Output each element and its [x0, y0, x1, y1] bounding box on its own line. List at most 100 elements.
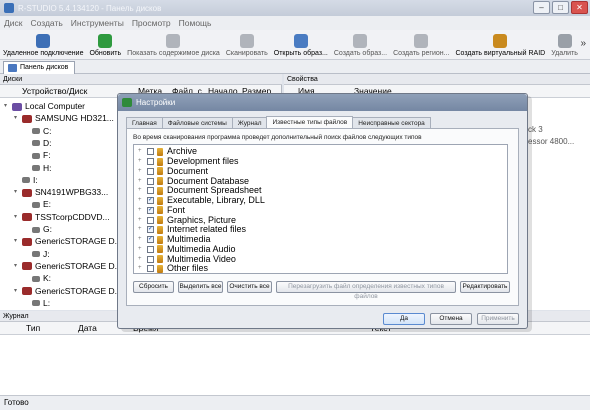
tree-item-label: E:: [43, 199, 52, 210]
tree-item[interactable]: H:: [24, 163, 52, 174]
close-window-button[interactable]: ✕: [571, 1, 588, 14]
file-type-checkbox[interactable]: [147, 216, 154, 224]
menu-item[interactable]: Просмотр: [132, 18, 171, 28]
toolbar-button[interactable]: Удаленное подключение: [3, 34, 83, 57]
partition-icon: [32, 152, 40, 159]
expand-icon[interactable]: +: [138, 245, 147, 254]
file-type-item[interactable]: + Document: [138, 165, 209, 177]
expand-icon[interactable]: ▾: [4, 101, 12, 112]
menu-item[interactable]: Диск: [4, 18, 22, 28]
expand-icon[interactable]: ▾: [14, 187, 22, 198]
expand-icon[interactable]: ▾: [14, 286, 22, 297]
dialog-title-bar[interactable]: Настройки: [118, 94, 527, 111]
tree-item[interactable]: G:: [24, 224, 52, 235]
col-type[interactable]: Тип: [0, 322, 78, 334]
menu-item[interactable]: Создать: [30, 18, 62, 28]
minimize-button[interactable]: –: [533, 1, 550, 14]
tree-item[interactable]: K:: [24, 273, 51, 284]
toolbar-button[interactable]: Создать образ...: [334, 34, 387, 57]
toolbar-button[interactable]: Сканировать: [226, 34, 268, 57]
toolbar-overflow-icon[interactable]: »: [580, 38, 586, 49]
expand-icon[interactable]: ▾: [14, 212, 22, 223]
toolbar-button[interactable]: Показать содержимое диска: [127, 34, 220, 57]
expand-icon[interactable]: ▾: [14, 236, 22, 247]
edit-button[interactable]: Редактировать: [460, 281, 510, 293]
dialog-tab[interactable]: Файловые системы: [161, 117, 233, 128]
file-type-checkbox[interactable]: [147, 255, 154, 263]
file-type-label: Graphics, Picture: [167, 214, 237, 225]
toolbar-button[interactable]: Открыть образ...: [274, 34, 328, 57]
toolbar: Удаленное подключение Обновить Показать со…: [0, 30, 590, 60]
toolbar-button[interactable]: Обновить: [89, 34, 121, 57]
tree-item[interactable]: ▾ Local Computer: [4, 101, 85, 112]
expand-icon[interactable]: +: [138, 264, 147, 273]
file-type-item[interactable]: + ✓ Multimedia: [138, 235, 211, 245]
file-type-checkbox[interactable]: ✓: [147, 197, 154, 205]
tree-item[interactable]: ▾ GenericSTORAGE D...: [14, 236, 122, 247]
file-type-checkbox[interactable]: [147, 167, 154, 175]
tree-item[interactable]: ▾ SN4191WPBG33...: [14, 187, 108, 198]
file-type-checkbox[interactable]: [147, 187, 154, 195]
apply-button[interactable]: Применить: [477, 313, 519, 325]
tree-item-label: SN4191WPBG33...: [35, 187, 109, 198]
file-type-icon: [157, 206, 163, 215]
expand-icon[interactable]: +: [138, 216, 147, 225]
toolbar-button[interactable]: Создать регион...: [393, 34, 449, 57]
expand-icon[interactable]: +: [138, 255, 147, 264]
reset-button[interactable]: Сбросить: [133, 281, 174, 293]
tree-item[interactable]: F:: [24, 150, 51, 161]
reload-definitions-button[interactable]: Перезагрузить файл определения известных…: [276, 281, 456, 300]
file-type-label: Document: [167, 165, 209, 176]
file-type-item[interactable]: + Multimedia Audio: [138, 244, 236, 255]
clear-all-button[interactable]: Очистить все: [227, 281, 272, 293]
expand-icon[interactable]: +: [138, 186, 147, 195]
expand-icon[interactable]: +: [138, 206, 147, 215]
dialog-tab[interactable]: Главная: [126, 117, 163, 128]
file-type-checkbox[interactable]: [147, 148, 154, 156]
file-type-item[interactable]: + ✓ Font: [138, 205, 185, 216]
ok-button[interactable]: Да: [383, 313, 425, 325]
menu-item[interactable]: Помощь: [179, 18, 212, 28]
expand-icon[interactable]: ▾: [14, 113, 22, 124]
expand-icon[interactable]: +: [138, 225, 147, 234]
file-type-checkbox[interactable]: [147, 245, 154, 253]
tree-item[interactable]: E:: [24, 199, 51, 210]
file-type-checkbox[interactable]: [147, 177, 154, 185]
tree-item[interactable]: ▾ GenericSTORAGE D...: [14, 286, 122, 297]
file-type-item[interactable]: + Development files: [138, 157, 239, 167]
toolbar-button-label: Открыть образ...: [273, 50, 328, 57]
tree-item[interactable]: J:: [24, 249, 50, 260]
tree-item[interactable]: I:: [14, 175, 38, 186]
tree-item[interactable]: L:: [24, 298, 50, 309]
expand-icon[interactable]: ▾: [14, 261, 22, 272]
file-type-checkbox[interactable]: [147, 265, 154, 273]
cancel-button[interactable]: Отмена: [430, 313, 472, 325]
tree-item[interactable]: ▾ SAMSUNG HD321...: [14, 113, 114, 124]
dialog-tab[interactable]: Журнал: [231, 117, 268, 128]
expand-icon[interactable]: +: [138, 196, 147, 205]
file-types-list[interactable]: + Archive + Development files + Document + Docu…: [133, 144, 508, 274]
tree-item[interactable]: C:: [24, 126, 52, 137]
tree-item[interactable]: ▾ TSSTcorpCDDVD...: [14, 212, 110, 223]
expand-icon[interactable]: +: [138, 167, 147, 176]
dialog-tab[interactable]: Неисправные сектора: [352, 117, 431, 128]
select-all-button[interactable]: Выделить все: [178, 281, 223, 293]
tree-item[interactable]: ▾ GenericSTORAGE D...: [14, 261, 122, 272]
expand-icon[interactable]: +: [138, 177, 147, 186]
toolbar-button[interactable]: Создать виртуальный RAID: [455, 34, 545, 57]
file-type-item[interactable]: + ✓ Executable, Library, DLL: [138, 196, 265, 206]
tree-item[interactable]: D:: [24, 138, 52, 149]
file-type-item[interactable]: + Other files: [138, 264, 208, 274]
file-type-checkbox[interactable]: [147, 158, 154, 166]
file-type-checkbox[interactable]: ✓: [147, 236, 154, 244]
expand-icon[interactable]: +: [138, 147, 147, 156]
file-type-checkbox[interactable]: ✓: [147, 226, 154, 234]
tab-drive-panel[interactable]: Панель дисков: [3, 61, 76, 74]
expand-icon[interactable]: +: [138, 157, 147, 166]
dialog-tab[interactable]: Известные типы файлов: [266, 116, 354, 128]
file-type-checkbox[interactable]: ✓: [147, 206, 154, 214]
expand-icon[interactable]: +: [138, 235, 147, 244]
menu-item[interactable]: Инструменты: [71, 18, 124, 28]
toolbar-button[interactable]: Удалить: [551, 34, 578, 57]
maximize-button[interactable]: □: [552, 1, 569, 14]
